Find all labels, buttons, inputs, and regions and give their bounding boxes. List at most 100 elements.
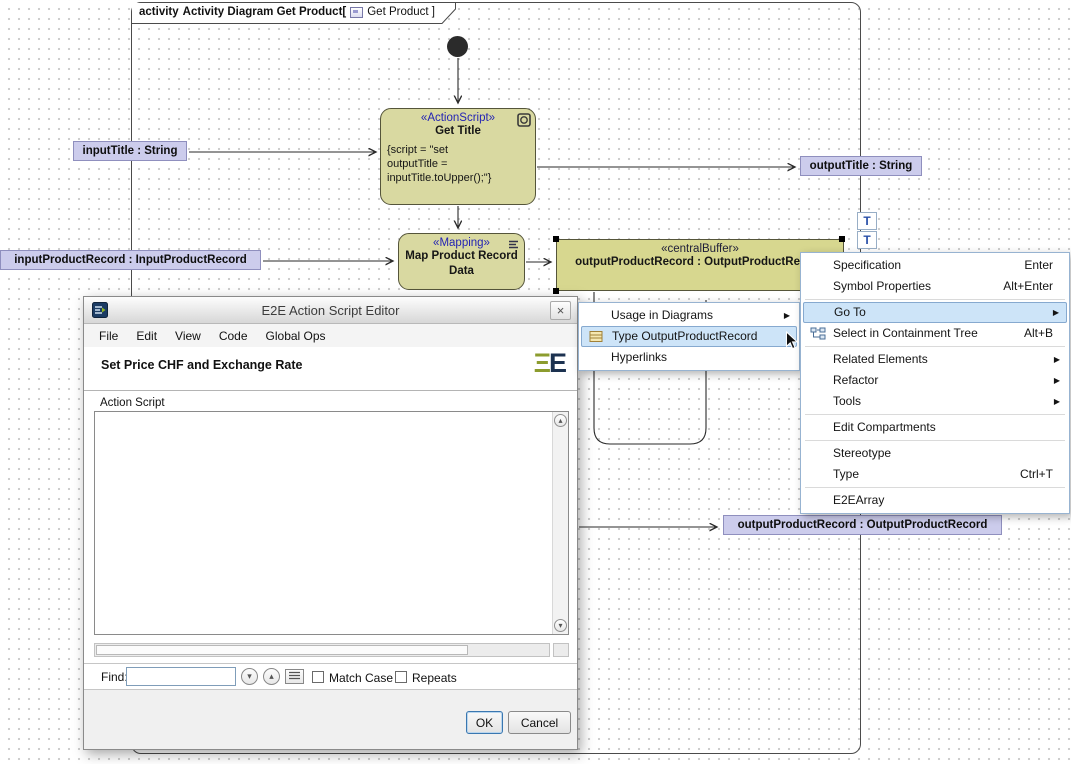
list-icon	[289, 671, 300, 680]
scroll-down-button[interactable]: ▾	[554, 619, 567, 632]
e2e-logo: ΞE	[534, 348, 565, 379]
containment-tree-icon	[810, 327, 826, 340]
horizontal-scrollbar[interactable]	[94, 643, 550, 657]
repeats-checkbox[interactable]	[395, 671, 407, 683]
selection-handle[interactable]	[553, 288, 559, 294]
dialog-title: E2E Action Script Editor	[84, 303, 577, 318]
menu-item-hyperlinks[interactable]: Hyperlinks	[581, 347, 797, 368]
menu-edit[interactable]: Edit	[127, 326, 166, 346]
menu-item-select-in-containment-tree[interactable]: Select in Containment Tree Alt+B	[803, 323, 1067, 344]
menu-item-type[interactable]: Type Ctrl+T	[803, 464, 1067, 485]
class-icon	[589, 330, 604, 343]
repeats-label: Repeats	[412, 671, 457, 685]
menu-item-label: Stereotype	[833, 446, 891, 460]
menu-item-label: Go To	[834, 305, 866, 319]
menu-item-specification[interactable]: Specification Enter	[803, 255, 1067, 276]
script-line: {script = "set	[387, 143, 535, 157]
action-script-label: Action Script	[100, 397, 165, 409]
menu-item-tools[interactable]: Tools ▶	[803, 391, 1067, 412]
menu-item-refactor[interactable]: Refactor ▶	[803, 370, 1067, 391]
ok-button[interactable]: OK	[466, 711, 503, 734]
menu-code[interactable]: Code	[210, 326, 257, 346]
menu-item-label: Type OutputProductRecord	[612, 329, 757, 343]
dialog-content: Set Price CHF and Exchange Rate ΞE Actio…	[84, 347, 577, 689]
element-context-menu: Specification Enter Symbol Properties Al…	[800, 252, 1070, 514]
menu-item-label: Related Elements	[833, 352, 928, 366]
frame-keyword: activity	[139, 6, 179, 18]
behavior-icon	[517, 113, 531, 127]
submenu-arrow-icon: ▶	[1054, 349, 1060, 370]
menu-item-label: Hyperlinks	[611, 350, 667, 364]
menu-file[interactable]: File	[90, 326, 127, 346]
find-input[interactable]	[126, 667, 236, 686]
node-name: Get Title	[381, 124, 535, 139]
menu-item-usage-in-diagrams[interactable]: Usage in Diagrams ▶	[581, 305, 797, 326]
find-bar: Find: ▾ ▴ Match Case Repeats	[84, 663, 577, 689]
script-text: {script = "set outputTitle = inputTitle.…	[381, 139, 535, 185]
menu-item-symbol-properties[interactable]: Symbol Properties Alt+Enter	[803, 276, 1067, 297]
submenu-arrow-icon: ▶	[784, 305, 790, 326]
close-button[interactable]: ×	[550, 301, 571, 320]
cancel-button[interactable]: Cancel	[508, 711, 571, 734]
find-previous-button[interactable]: ▴	[263, 668, 280, 685]
find-label: Find:	[101, 670, 128, 684]
stereotype-label: «Mapping»	[399, 234, 524, 249]
header-divider	[84, 390, 577, 391]
menu-separator	[805, 440, 1065, 441]
pin-label-input-product-record[interactable]: inputProductRecord : InputProductRecord	[0, 250, 261, 270]
match-case-checkbox[interactable]	[312, 671, 324, 683]
menu-item-label: Symbol Properties	[833, 279, 931, 293]
menu-item-label: Tools	[833, 394, 861, 408]
scrollbar-thumb[interactable]	[96, 645, 468, 655]
frame-title: activity Activity Diagram Get Product[ G…	[139, 6, 435, 18]
menu-separator	[805, 487, 1065, 488]
smart-manipulator-top-button[interactable]: T	[857, 212, 877, 230]
menu-item-label: Specification	[833, 258, 901, 272]
vertical-scrollbar[interactable]: ▴ ▾	[552, 412, 568, 634]
menu-shortcut: Alt+Enter	[1003, 276, 1053, 297]
menu-item-type-outputproductrecord[interactable]: Type OutputProductRecord	[581, 326, 797, 347]
stereotype-label: «ActionScript»	[381, 109, 535, 124]
action-node-get-title[interactable]: «ActionScript» Get Title {script = "set …	[380, 108, 536, 205]
frame-subtitle: Get Product ]	[367, 6, 435, 18]
script-line: outputTitle =	[387, 157, 535, 171]
mapping-icon	[507, 238, 520, 251]
highlight-all-button[interactable]	[285, 669, 304, 684]
menu-shortcut: Enter	[1024, 255, 1053, 276]
smart-manipulator-bottom-button[interactable]: T	[857, 231, 877, 249]
diagram-canvas[interactable]: activity Activity Diagram Get Product[ G…	[0, 0, 1071, 764]
scroll-up-button[interactable]: ▴	[554, 414, 567, 427]
type-context-menu: Usage in Diagrams ▶ Type OutputProductRe…	[578, 302, 800, 371]
menu-separator	[805, 346, 1065, 347]
menu-item-e2earray[interactable]: E2EArray	[803, 490, 1067, 511]
menu-shortcut: Ctrl+T	[1020, 464, 1053, 485]
submenu-arrow-icon: ▶	[1053, 303, 1059, 322]
selection-handle[interactable]	[553, 236, 559, 242]
menu-view[interactable]: View	[166, 326, 210, 346]
e2e-logo-glyph: Ξ	[534, 348, 549, 378]
dialog-menubar: File Edit View Code Global Ops	[84, 324, 577, 347]
pin-label-input-title[interactable]: inputTitle : String	[73, 141, 187, 161]
action-script-editor[interactable]: ▴ ▾	[94, 411, 569, 635]
menu-global-ops[interactable]: Global Ops	[257, 326, 335, 346]
frame-name: Activity Diagram Get Product[	[183, 6, 347, 18]
initial-node[interactable]	[447, 36, 468, 57]
menu-item-stereotype[interactable]: Stereotype	[803, 443, 1067, 464]
action-node-map-product[interactable]: «Mapping» Map Product Record Data	[398, 233, 525, 290]
menu-item-label: Edit Compartments	[833, 420, 936, 434]
pin-label-output-product-record[interactable]: outputProductRecord : OutputProductRecor…	[723, 515, 1002, 535]
find-next-button[interactable]: ▾	[241, 668, 258, 685]
menu-item-related-elements[interactable]: Related Elements ▶	[803, 349, 1067, 370]
dialog-titlebar[interactable]: E2E Action Script Editor ×	[84, 297, 577, 324]
selection-handle[interactable]	[839, 236, 845, 242]
menu-item-go-to[interactable]: Go To ▶	[803, 302, 1067, 323]
submenu-arrow-icon: ▶	[1054, 370, 1060, 391]
script-heading: Set Price CHF and Exchange Rate	[101, 358, 302, 372]
dialog-footer: OK Cancel	[84, 689, 577, 749]
menu-item-edit-compartments[interactable]: Edit Compartments	[803, 417, 1067, 438]
menu-separator	[805, 299, 1065, 300]
pin-label-output-title[interactable]: outputTitle : String	[800, 156, 922, 176]
mouse-cursor	[785, 331, 799, 351]
node-name: Map Product Record Data	[399, 249, 524, 279]
e2e-logo-glyph: E	[549, 348, 565, 378]
